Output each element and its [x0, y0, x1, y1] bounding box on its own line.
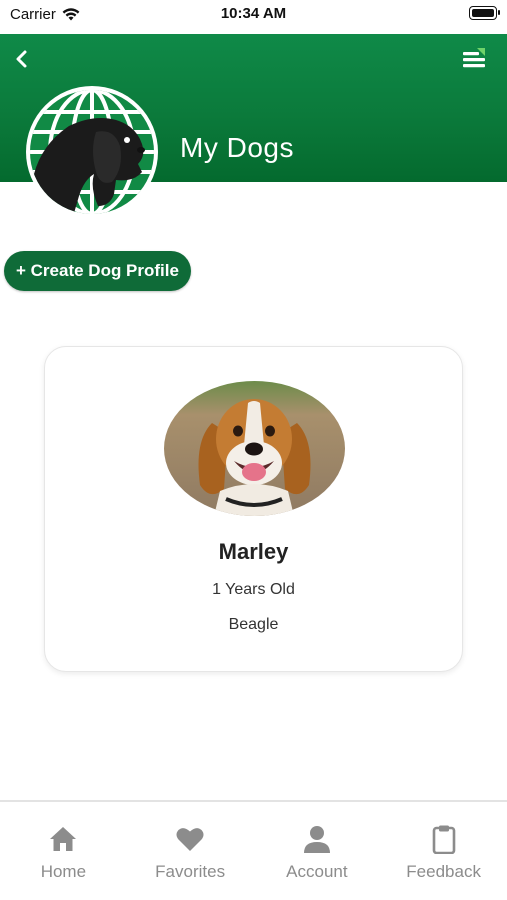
heart-icon — [176, 828, 204, 851]
create-dog-profile-button[interactable]: + Create Dog Profile — [4, 251, 191, 291]
clipboard-icon — [432, 825, 455, 854]
user-icon — [303, 826, 330, 853]
nav-account-label: Account — [286, 862, 348, 881]
status-time: 10:34 AM — [220, 5, 287, 22]
chevron-left-icon — [16, 50, 27, 68]
menu-icon — [463, 48, 485, 68]
bottom-navigation: Home Favorites Account Feedback — [0, 800, 507, 900]
dog-card[interactable]: Marley 1 Years Old Beagle — [44, 346, 463, 672]
nav-feedback[interactable]: Feedback — [380, 802, 507, 900]
nav-favorites-label: Favorites — [155, 862, 226, 881]
nav-home-label: Home — [40, 862, 87, 881]
page-title: My Dogs — [180, 132, 294, 163]
nav-account[interactable]: Account — [254, 802, 381, 900]
nav-feedback-label: Feedback — [406, 862, 481, 881]
dog-age: 1 Years Old — [212, 581, 295, 598]
menu-button[interactable] — [461, 46, 487, 72]
dog-breed: Beagle — [228, 616, 279, 633]
dog-name: Marley — [218, 539, 289, 564]
back-button[interactable] — [12, 48, 34, 70]
nav-home[interactable]: Home — [0, 802, 127, 900]
nav-favorites[interactable]: Favorites — [127, 802, 254, 900]
globe-dog-logo — [24, 84, 160, 220]
dog-photo — [164, 381, 345, 516]
home-icon — [50, 827, 77, 851]
status-bar: Carrier 10:34 AM — [0, 0, 507, 34]
battery-icon — [469, 6, 500, 20]
